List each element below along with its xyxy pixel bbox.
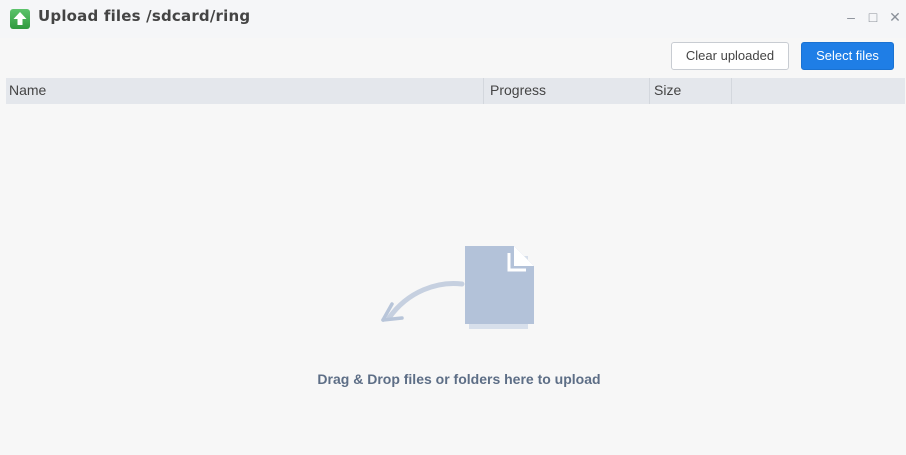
upload-dialog: Upload files /sdcard/ring – □ ✕ Clear up…	[0, 0, 906, 455]
drop-zone-message: Drag & Drop files or folders here to upl…	[317, 371, 601, 387]
upload-icon	[10, 9, 30, 29]
select-files-button[interactable]: Select files	[801, 42, 894, 70]
file-table-header: Name Progress Size	[6, 78, 905, 104]
file-drop-icon	[381, 246, 534, 329]
clear-uploaded-button[interactable]: Clear uploaded	[671, 42, 789, 70]
close-icon[interactable]: ✕	[888, 9, 902, 25]
column-header-size[interactable]: Size	[650, 78, 732, 104]
maximize-icon[interactable]: □	[866, 9, 880, 25]
column-header-name[interactable]: Name	[6, 78, 484, 104]
minimize-icon[interactable]: –	[844, 9, 858, 25]
column-header-progress[interactable]: Progress	[484, 78, 650, 104]
title-bar[interactable]: Upload files /sdcard/ring – □ ✕	[0, 0, 906, 38]
window-title: Upload files /sdcard/ring	[38, 7, 251, 25]
